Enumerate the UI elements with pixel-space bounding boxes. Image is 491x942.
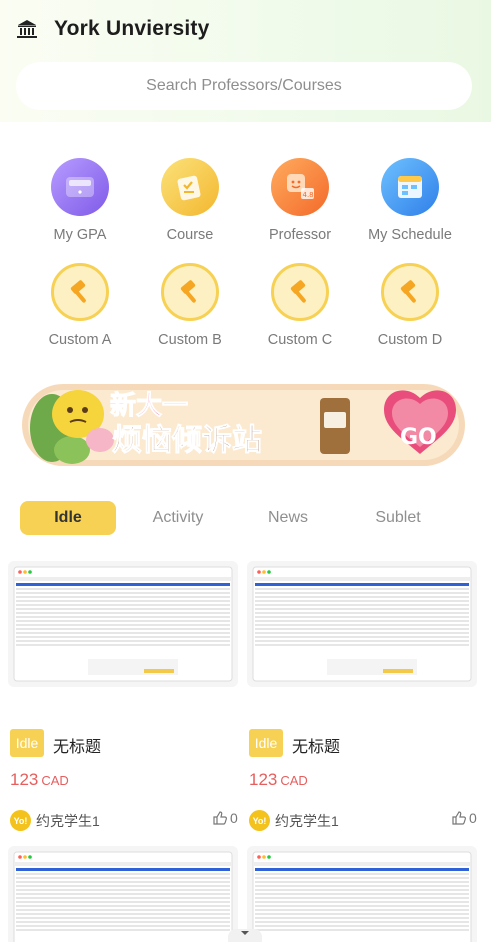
hammer-icon: [161, 263, 219, 321]
price-currency: CAD: [280, 773, 308, 788]
listing-badge: Idle: [10, 729, 44, 757]
chevron-down-icon: [241, 931, 249, 935]
listing-title: 无标题: [53, 739, 102, 756]
shortcut-custom-c[interactable]: Custom C: [245, 263, 355, 358]
university-title[interactable]: York Unviersity: [54, 17, 210, 41]
listing-card[interactable]: Idle 无标题 123 CAD Yo! 约克学生1 0: [247, 561, 477, 841]
hammer-icon: [51, 263, 109, 321]
thumbs-up-icon: [213, 811, 227, 825]
banner-headline: 新大一: [110, 390, 188, 421]
price-amount: 123: [10, 770, 39, 789]
thumbs-up-icon: [452, 811, 466, 825]
shortcut-custom-b[interactable]: Custom B: [135, 263, 245, 358]
shortcut-custom-d[interactable]: Custom D: [355, 263, 465, 358]
shortcut-label: Custom D: [377, 332, 443, 348]
avatar: Yo!: [10, 810, 31, 831]
listing-thumbnail: [247, 561, 477, 687]
category-tabs: Idle Activity News Sublet: [20, 501, 475, 537]
avatar: Yo!: [249, 810, 270, 831]
banner-artwork: 新大一 烦恼倾诉站 GO: [22, 384, 465, 466]
listing-badge: Idle: [249, 729, 283, 757]
listing-card[interactable]: [247, 846, 477, 942]
shortcut-custom-a[interactable]: Custom A: [25, 263, 135, 358]
listing-thumbnail: [8, 561, 238, 687]
like-count: 0: [469, 810, 477, 826]
banner-go-button[interactable]: GO: [400, 425, 437, 450]
listing-thumbnail: [247, 846, 477, 942]
banner-subline: 烦恼倾诉站: [112, 423, 262, 458]
shortcut-my-gpa[interactable]: My GPA: [25, 158, 135, 253]
search-input[interactable]: Search Professors/Courses: [16, 62, 472, 110]
like-button[interactable]: 0: [451, 810, 477, 826]
shortcut-label: Course: [166, 227, 214, 243]
hammer-icon: [271, 263, 329, 321]
shortcut-course[interactable]: Course: [135, 158, 245, 253]
scroll-down-handle[interactable]: [228, 929, 262, 942]
shortcut-my-schedule[interactable]: My Schedule: [355, 158, 465, 253]
gpa-icon: [51, 158, 109, 216]
price-currency: CAD: [41, 773, 69, 788]
seller-name: 约克学生1: [36, 813, 100, 829]
search-placeholder: Search Professors/Courses: [146, 77, 342, 94]
shortcut-label: Custom C: [267, 332, 333, 348]
schedule-icon: [381, 158, 439, 216]
listing-price: 123 CAD: [10, 770, 69, 790]
tab-idle[interactable]: Idle: [20, 501, 116, 535]
shortcut-label: Professor: [268, 227, 332, 243]
shortcut-label: My Schedule: [368, 227, 452, 243]
listing-title: 无标题: [292, 739, 341, 756]
shortcut-label: Custom B: [158, 332, 222, 348]
like-count: 0: [230, 810, 238, 826]
price-amount: 123: [249, 770, 278, 789]
tab-news[interactable]: News: [240, 501, 336, 535]
listing-card[interactable]: [8, 846, 238, 942]
shortcut-professor[interactable]: 4.8 Professor: [245, 158, 355, 253]
hammer-icon: [381, 263, 439, 321]
listing-price: 123 CAD: [249, 770, 308, 790]
shortcut-label: My GPA: [53, 227, 107, 243]
shortcut-label: Custom A: [48, 332, 112, 348]
professor-icon: 4.8: [271, 158, 329, 216]
listing-thumbnail: [8, 846, 238, 942]
listing-card[interactable]: Idle 无标题 123 CAD Yo! 约克学生1 0: [8, 561, 238, 841]
promo-banner[interactable]: 新大一 烦恼倾诉站 GO: [20, 362, 467, 484]
like-button[interactable]: 0: [212, 810, 238, 826]
app-header: York Unviersity: [16, 17, 210, 41]
course-icon: [161, 158, 219, 216]
seller-name: 约克学生1: [275, 813, 339, 829]
tab-sublet[interactable]: Sublet: [350, 501, 446, 535]
svg-text:4.8: 4.8: [303, 191, 314, 199]
university-icon: [17, 20, 37, 38]
tab-activity[interactable]: Activity: [130, 501, 226, 535]
